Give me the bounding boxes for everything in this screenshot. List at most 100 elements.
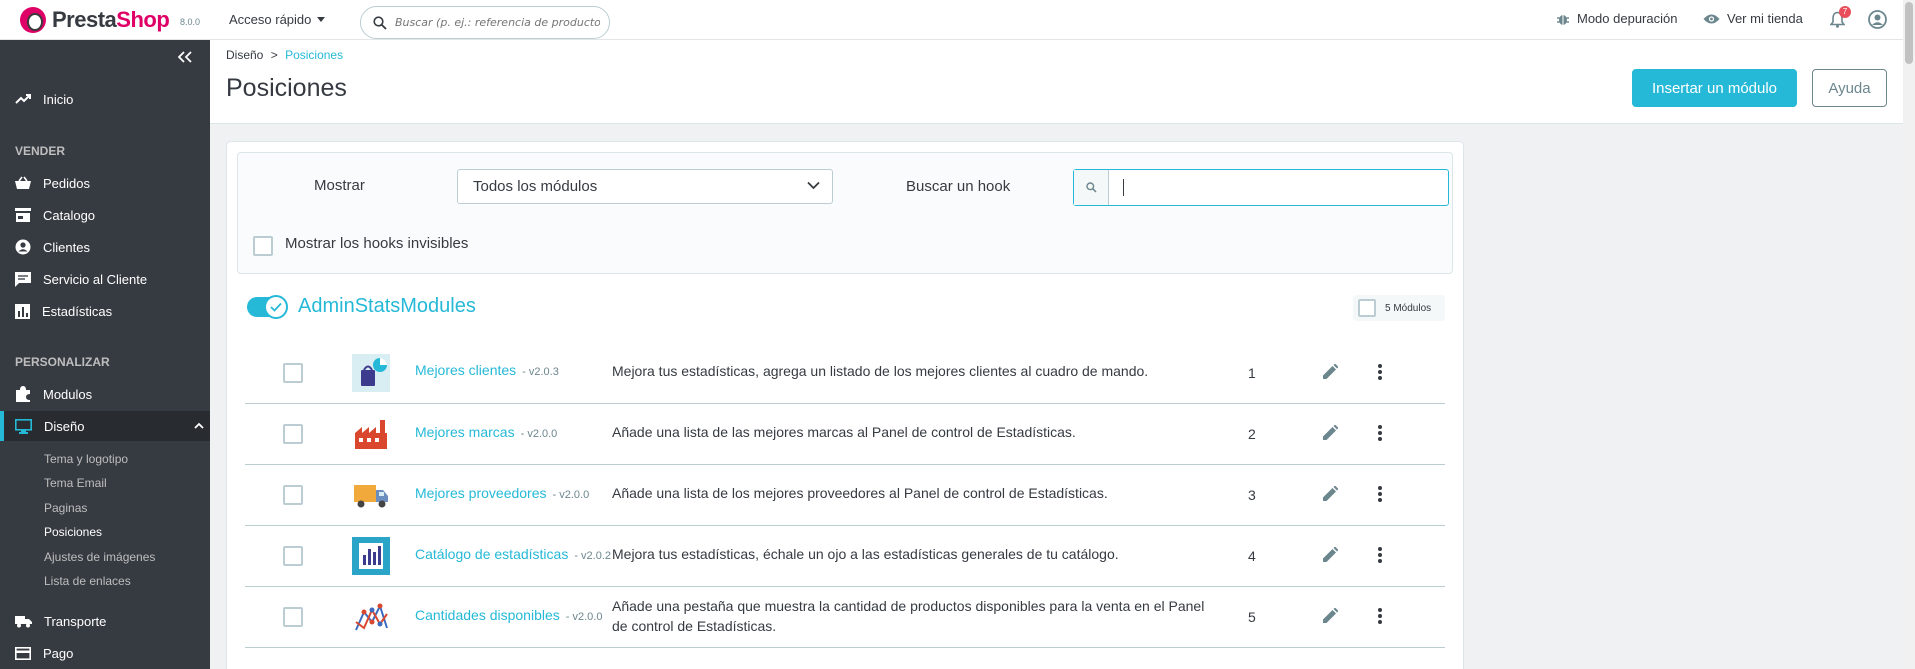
sidebar-item-modulos[interactable]: Modulos bbox=[0, 379, 210, 409]
module-count-box[interactable]: 5 Módulos bbox=[1353, 295, 1445, 321]
show-invisible-hooks-checkbox[interactable] bbox=[253, 236, 273, 256]
hook-toggle[interactable] bbox=[247, 294, 288, 319]
module-position: 4 bbox=[1248, 548, 1256, 564]
select-all-modules-checkbox[interactable] bbox=[1358, 299, 1376, 317]
toggle-knob bbox=[264, 294, 288, 319]
module-checkbox[interactable] bbox=[283, 607, 303, 627]
module-version: - v2.0.2 bbox=[574, 550, 612, 562]
more-vertical-icon[interactable] bbox=[1377, 424, 1383, 442]
notifications-button[interactable]: 7 bbox=[1829, 6, 1851, 29]
sidebar-item-pago[interactable]: Pago bbox=[0, 638, 210, 668]
sidebar-item-pedidos[interactable]: Pedidos bbox=[0, 168, 210, 198]
sidebar-item-label: Transporte bbox=[44, 613, 107, 629]
sidebar-item-inicio[interactable]: Inicio bbox=[0, 84, 210, 114]
module-checkbox[interactable] bbox=[283, 363, 303, 383]
edit-pencil-icon[interactable] bbox=[1322, 486, 1338, 502]
search-icon bbox=[373, 15, 387, 30]
view-store-label: Ver mi tienda bbox=[1727, 11, 1803, 26]
module-name-link[interactable]: Mejores proveedores - v2.0.0 bbox=[415, 485, 589, 501]
sidebar-section-sell: VENDER bbox=[15, 144, 66, 158]
debug-mode-label: Modo depuración bbox=[1577, 11, 1678, 26]
sidebar-subitem-posiciones[interactable]: Posiciones bbox=[44, 525, 102, 539]
filter-panel: Mostrar Todos los módulos Buscar un hook… bbox=[237, 152, 1453, 274]
sidebar-item-transporte[interactable]: Transporte bbox=[0, 606, 210, 636]
module-description: Añade una lista de las mejores marcas al… bbox=[612, 424, 1076, 440]
more-vertical-icon[interactable] bbox=[1377, 546, 1383, 564]
sidebar-subitem-ajustes-imagenes[interactable]: Ajustes de imágenes bbox=[44, 550, 155, 564]
bar-chart-icon bbox=[15, 303, 30, 319]
module-description: Añade una lista de los mejores proveedor… bbox=[612, 485, 1108, 501]
eye-icon bbox=[1703, 14, 1720, 23]
module-version: - v2.0.0 bbox=[520, 428, 558, 440]
more-vertical-icon[interactable] bbox=[1377, 607, 1383, 625]
account-circle-icon bbox=[15, 239, 31, 255]
page-scrollbar[interactable] bbox=[1903, 0, 1915, 669]
more-vertical-icon[interactable] bbox=[1377, 363, 1383, 381]
insert-module-button[interactable]: Insertar un módulo bbox=[1632, 69, 1797, 107]
store-icon bbox=[15, 208, 31, 222]
module-filter-value: Todos los módulos bbox=[473, 178, 598, 195]
module-position: 1 bbox=[1248, 365, 1256, 381]
sidebar-item-label: Servicio al Cliente bbox=[43, 271, 148, 287]
sidebar-subitem-tema-logotipo[interactable]: Tema y logotipo bbox=[44, 452, 128, 466]
hook-search-input[interactable] bbox=[1073, 169, 1449, 206]
help-button[interactable]: Ayuda bbox=[1812, 69, 1887, 107]
sidebar-item-clientes[interactable]: Clientes bbox=[0, 232, 210, 262]
module-name: Mejores clientes bbox=[415, 362, 517, 378]
puffin-logo-icon bbox=[20, 7, 46, 33]
chevron-up-icon bbox=[194, 422, 204, 429]
sidebar-subitem-lista-enlaces[interactable]: Lista de enlaces bbox=[44, 574, 131, 588]
module-description: Mejora tus estadísticas, échale un ojo a… bbox=[612, 546, 1119, 562]
view-store-link[interactable]: Ver mi tienda bbox=[1703, 11, 1803, 26]
module-count-label: 5 Módulos bbox=[1385, 302, 1432, 314]
quick-access-dropdown[interactable]: Acceso rápido bbox=[229, 12, 326, 27]
user-circle-icon bbox=[1868, 10, 1887, 29]
search-input[interactable] bbox=[395, 16, 600, 29]
edit-pencil-icon[interactable] bbox=[1322, 547, 1338, 563]
edit-pencil-icon[interactable] bbox=[1322, 608, 1338, 624]
prestashop-logo[interactable]: PrestaShop bbox=[20, 7, 170, 33]
breadcrumb-current: Posiciones bbox=[285, 48, 344, 62]
debug-mode-link[interactable]: Modo depuración bbox=[1556, 11, 1677, 26]
module-filter-select[interactable]: Todos los módulos bbox=[457, 169, 833, 204]
caret-down-icon bbox=[317, 17, 326, 22]
sidebar-subitem-paginas[interactable]: Paginas bbox=[44, 501, 87, 515]
module-checkbox[interactable] bbox=[283, 424, 303, 444]
module-checkbox[interactable] bbox=[283, 546, 303, 566]
breadcrumb-parent[interactable]: Diseño bbox=[226, 48, 263, 62]
module-name-link[interactable]: Mejores clientes - v2.0.3 bbox=[415, 362, 559, 378]
basket-icon bbox=[15, 176, 31, 189]
edit-pencil-icon[interactable] bbox=[1322, 425, 1338, 441]
header-search[interactable] bbox=[360, 6, 610, 39]
sidebar-item-label: Pedidos bbox=[43, 175, 90, 191]
module-checkbox[interactable] bbox=[283, 485, 303, 505]
sidebar-item-label: Diseño bbox=[44, 418, 85, 434]
hook-header: AdminStatsModules bbox=[247, 294, 476, 319]
module-row: Mejores marcas - v2.0.0 Añade una lista d… bbox=[245, 404, 1445, 465]
quick-access-label: Acceso rápido bbox=[229, 12, 312, 27]
version-label: 8.0.0 bbox=[180, 17, 201, 27]
module-row: Cantidades disponibles - v2.0.0 Añade una… bbox=[245, 587, 1445, 648]
scrollbar-thumb[interactable] bbox=[1905, 2, 1913, 64]
sidebar-section-customize: PERSONALIZAR bbox=[15, 355, 110, 369]
module-name-link[interactable]: Mejores marcas - v2.0.0 bbox=[415, 424, 557, 440]
edit-pencil-icon[interactable] bbox=[1322, 364, 1338, 380]
module-name-link[interactable]: Catálogo de estadísticas - v2.0.2 bbox=[415, 546, 611, 562]
show-invisible-hooks-label: Mostrar los hooks invisibles bbox=[285, 235, 469, 252]
sidebar-item-diseno[interactable]: Diseño bbox=[0, 411, 210, 441]
sidebar-item-label: Estadísticas bbox=[42, 303, 113, 319]
module-name-link[interactable]: Cantidades disponibles - v2.0.0 bbox=[415, 607, 602, 623]
sidebar-item-estadisticas[interactable]: Estadísticas bbox=[0, 296, 210, 326]
truck-icon bbox=[15, 615, 32, 627]
sidebar-item-catalogo[interactable]: Catalogo bbox=[0, 200, 210, 230]
sidebar-item-label: Pago bbox=[43, 645, 74, 661]
text-cursor bbox=[1123, 179, 1124, 196]
sidebar: Inicio VENDER Pedidos Catalogo Clientes … bbox=[0, 40, 210, 669]
more-vertical-icon[interactable] bbox=[1377, 485, 1383, 503]
logo-text-suffix: Shop bbox=[116, 7, 170, 32]
sidebar-subitem-tema-email[interactable]: Tema Email bbox=[44, 476, 107, 490]
account-button[interactable] bbox=[1868, 10, 1887, 29]
sidebar-item-servicio-cliente[interactable]: Servicio al Cliente bbox=[0, 264, 210, 294]
collapse-sidebar-button[interactable] bbox=[177, 50, 192, 68]
logo-text-prefix: Presta bbox=[52, 7, 117, 32]
